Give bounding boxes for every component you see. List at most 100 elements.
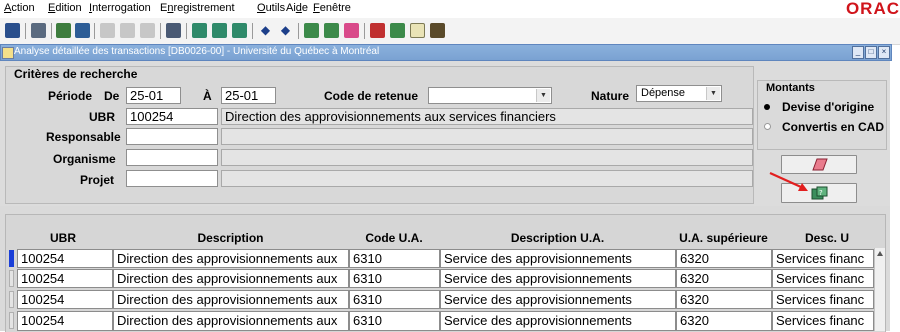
cell-ubr[interactable]: 100254 xyxy=(17,290,113,309)
cell-ua-superieure[interactable]: 6320 xyxy=(676,290,772,309)
execute-query-icon[interactable] xyxy=(212,23,227,38)
cell-code-ua[interactable]: 6310 xyxy=(349,269,440,288)
insert-record-icon[interactable] xyxy=(304,23,319,38)
convertis-cad-radio[interactable] xyxy=(764,123,771,130)
minimize-button[interactable]: _ xyxy=(852,46,864,59)
row-indicator[interactable] xyxy=(9,312,14,329)
code-retenue-label: Code de retenue xyxy=(324,89,419,103)
oracle-logo: ORAC xyxy=(845,0,900,18)
cell-ua-superieure[interactable]: 6320 xyxy=(676,249,772,268)
cell-ubr[interactable]: 100254 xyxy=(17,249,113,268)
menu-interrogation[interactable]: Interrogation xyxy=(89,2,151,14)
projet-description xyxy=(221,170,753,187)
cell-description[interactable]: Direction des approvisionnements aux xyxy=(113,290,349,309)
cell-description-ua[interactable]: Service des approvisionnements xyxy=(440,290,676,309)
nature-label: Nature xyxy=(591,89,630,103)
chevron-down-icon[interactable]: ▼ xyxy=(536,89,550,102)
close-button[interactable]: × xyxy=(878,46,890,59)
cell-description[interactable]: Direction des approvisionnements aux xyxy=(113,269,349,288)
menu-aide[interactable]: Aide xyxy=(286,2,308,14)
toolbar-separator xyxy=(94,23,95,39)
ubr-label: UBR xyxy=(89,110,115,124)
scroll-up-icon[interactable] xyxy=(876,250,884,258)
ubr-description: Direction des approvisionnements aux ser… xyxy=(221,108,753,125)
toolbar-separator xyxy=(364,23,365,39)
cell-code-ua[interactable]: 6310 xyxy=(349,290,440,309)
cell-description[interactable]: Direction des approvisionnements aux xyxy=(113,311,349,331)
projet-label: Projet xyxy=(80,173,115,187)
cell-description-ua[interactable]: Service des approvisionnements xyxy=(440,249,676,268)
stop-icon[interactable] xyxy=(75,23,90,38)
cell-ubr[interactable]: 100254 xyxy=(17,311,113,331)
chevron-down-icon[interactable]: ▼ xyxy=(706,87,720,100)
code-retenue-select[interactable]: ▼ xyxy=(428,87,552,104)
toolbar-separator xyxy=(25,23,26,39)
menu-action[interactable]: Action xyxy=(4,2,35,14)
col-header-desc-ua-sup: Desc. U xyxy=(804,231,850,245)
cell-code-ua[interactable]: 6310 xyxy=(349,249,440,268)
save-icon[interactable] xyxy=(5,23,20,38)
col-header-description-ua: Description U.A. xyxy=(510,231,605,245)
find-icon[interactable] xyxy=(370,23,385,38)
menu-bar: Action Edition Interrogation Enregistrem… xyxy=(0,0,900,18)
copy-icon[interactable] xyxy=(120,23,135,38)
current-row-indicator[interactable] xyxy=(9,250,14,267)
col-header-code-ua: Code U.A. xyxy=(365,231,423,245)
erase-icon[interactable] xyxy=(344,23,359,38)
eraser-icon xyxy=(812,158,828,171)
col-header-ubr: UBR xyxy=(50,231,76,245)
periode-de-input[interactable]: 25-01 xyxy=(126,87,181,104)
cut-icon[interactable] xyxy=(100,23,115,38)
de-label: De xyxy=(104,89,120,103)
next-record-icon[interactable]: ◆ xyxy=(278,23,293,38)
menu-fenetre[interactable]: Fenêtre xyxy=(313,2,351,14)
enter-query-icon[interactable] xyxy=(192,23,207,38)
maximize-button[interactable]: □ xyxy=(865,46,877,59)
cell-code-ua[interactable]: 6310 xyxy=(349,311,440,331)
cell-desc-ua-sup[interactable]: Services financ xyxy=(772,290,874,309)
projet-input[interactable] xyxy=(126,170,218,187)
toolbar-separator xyxy=(252,23,253,39)
cell-description[interactable]: Direction des approvisionnements aux xyxy=(113,249,349,268)
row-indicator[interactable] xyxy=(9,291,14,308)
list-icon[interactable] xyxy=(390,23,405,38)
duplicate-record-icon[interactable] xyxy=(324,23,339,38)
window-icon[interactable] xyxy=(430,23,445,38)
clear-form-icon[interactable] xyxy=(166,23,181,38)
cell-desc-ua-sup[interactable]: Services financ xyxy=(772,311,874,331)
cell-ua-superieure[interactable]: 6320 xyxy=(676,311,772,331)
cell-ubr[interactable]: 100254 xyxy=(17,269,113,288)
window-title-bar: Analyse détaillée des transactions [DB00… xyxy=(0,44,892,61)
montants-title: Montants xyxy=(766,82,815,94)
print-icon[interactable] xyxy=(31,23,46,38)
vertical-scrollbar[interactable] xyxy=(874,248,885,331)
toolbar-separator xyxy=(160,23,161,39)
devise-origine-radio[interactable] xyxy=(764,104,770,110)
paste-icon[interactable] xyxy=(140,23,155,38)
red-arrow-annotation xyxy=(769,171,808,191)
cancel-query-icon[interactable] xyxy=(232,23,247,38)
query-icon: ? xyxy=(811,186,828,200)
devise-origine-label: Devise d'origine xyxy=(782,100,875,114)
toolbar-separator xyxy=(186,23,187,39)
menu-edition[interactable]: Edition xyxy=(48,2,82,14)
help-icon[interactable] xyxy=(410,23,425,38)
organisme-input[interactable] xyxy=(126,149,218,166)
responsable-input[interactable] xyxy=(126,128,218,145)
cell-ua-superieure[interactable]: 6320 xyxy=(676,269,772,288)
cell-desc-ua-sup[interactable]: Services financ xyxy=(772,249,874,268)
ubr-input[interactable]: 100254 xyxy=(126,108,218,125)
organisme-label: Organisme xyxy=(53,152,116,166)
cell-description-ua[interactable]: Service des approvisionnements xyxy=(440,311,676,331)
svg-text:?: ? xyxy=(819,189,823,197)
exit-icon[interactable] xyxy=(56,23,71,38)
previous-record-icon[interactable]: ◆ xyxy=(258,23,273,38)
responsable-label: Responsable xyxy=(46,130,121,144)
cell-desc-ua-sup[interactable]: Services financ xyxy=(772,269,874,288)
row-indicator[interactable] xyxy=(9,270,14,287)
periode-a-input[interactable]: 25-01 xyxy=(221,87,276,104)
nature-select[interactable]: Dépense ▼ xyxy=(636,85,722,102)
cell-description-ua[interactable]: Service des approvisionnements xyxy=(440,269,676,288)
menu-enregistrement[interactable]: Enregistrement xyxy=(160,2,235,14)
menu-outils[interactable]: Outils xyxy=(257,2,285,14)
